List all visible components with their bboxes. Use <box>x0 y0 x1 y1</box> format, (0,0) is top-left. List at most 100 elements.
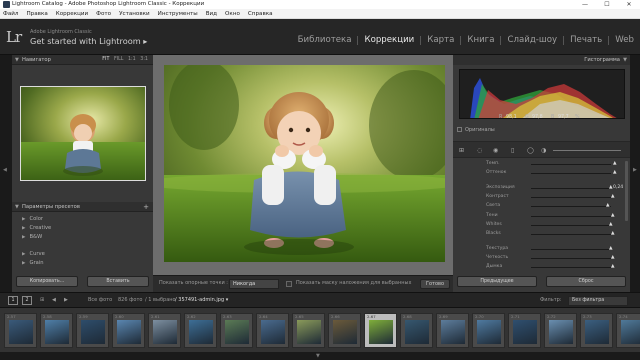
tool-slider[interactable] <box>553 150 621 151</box>
slider-row[interactable]: Тени ▲ <box>453 213 630 220</box>
filmstrip-thumbnail[interactable]: 2-69 <box>436 313 469 348</box>
menu-settings[interactable]: Установки <box>119 9 150 19</box>
menu-photo[interactable]: Фото <box>96 9 111 19</box>
back-arrow-icon[interactable]: ◀ <box>52 297 56 303</box>
slider-row[interactable]: Контраст ▲ <box>453 194 630 201</box>
filmstrip-thumbnail[interactable]: 2-58 <box>40 313 73 348</box>
presets-header[interactable]: ▼ Параметры пресетов + <box>12 202 153 212</box>
spot-removal-icon[interactable]: ◉ <box>493 147 498 154</box>
collapse-right-icon[interactable]: ▶ <box>633 167 637 173</box>
zoom-3-1[interactable]: 3:1 <box>140 57 148 62</box>
grid-view-icon[interactable]: ⊞ <box>40 297 44 303</box>
slider-track[interactable] <box>531 197 611 198</box>
slider-value[interactable]: 0,24 <box>613 185 623 190</box>
slider-knob[interactable]: ▲ <box>609 222 613 227</box>
slider-knob[interactable]: ▲ <box>609 246 613 251</box>
filmstrip-thumbnail[interactable]: 2-63 <box>220 313 253 348</box>
module-print[interactable]: Печать <box>564 36 610 45</box>
slider-knob[interactable]: ▲ <box>606 203 610 208</box>
zoom-fit[interactable]: FIT <box>102 57 109 62</box>
previous-button[interactable]: Предыдущее <box>457 276 537 287</box>
slider-knob[interactable]: ▲ <box>611 213 615 218</box>
slider-knob[interactable]: ▲ <box>611 264 615 269</box>
slider-knob[interactable]: ▲ <box>613 161 617 166</box>
slider-row[interactable]: Экспозиция ▲ 0,24 <box>453 185 630 192</box>
close-button[interactable]: ✕ <box>618 0 640 9</box>
slider-track[interactable] <box>531 267 611 268</box>
paste-settings-button[interactable]: Вставить <box>87 276 149 287</box>
preset-group-creative[interactable]: ▶ Creative <box>22 225 51 231</box>
filmstrip-thumbnail[interactable]: 2-66 <box>328 313 361 348</box>
slider-track[interactable] <box>531 206 611 207</box>
zoom-fill[interactable]: FILL <box>114 57 124 62</box>
slider-track[interactable] <box>531 234 611 235</box>
menu-view[interactable]: Вид <box>206 9 217 19</box>
module-library[interactable]: Библиотека <box>292 36 359 45</box>
slider-track[interactable] <box>531 249 611 250</box>
slider-row[interactable]: Текстура ▲ <box>453 246 630 253</box>
menu-help[interactable]: Справка <box>248 9 273 19</box>
collapse-bottom-icon[interactable]: ▼ <box>316 353 320 359</box>
slider-row[interactable]: Whites ▲ <box>453 222 630 229</box>
filmstrip-thumbnail[interactable]: 2-70 <box>472 313 505 348</box>
slider-knob[interactable]: ▲ <box>611 255 615 260</box>
slider-track[interactable] <box>531 188 611 189</box>
forward-arrow-icon[interactable]: ▶ <box>64 297 68 303</box>
filmstrip-thumbnail[interactable]: 2-73 <box>580 313 613 348</box>
graduated-filter-icon[interactable]: ◯ <box>527 147 534 154</box>
module-web[interactable]: Web <box>609 36 634 45</box>
filmstrip-thumbnail[interactable]: 2-65 <box>292 313 325 348</box>
slider-row[interactable]: Четкость ▲ <box>453 255 630 262</box>
preset-group-color[interactable]: ▶ Color <box>22 216 43 222</box>
get-started-link[interactable]: Get started with Lightroom ▸ <box>30 36 147 46</box>
filmstrip-thumbnail[interactable]: 2-72 <box>544 313 577 348</box>
grid-tool-icon[interactable]: ⊞ <box>459 147 464 154</box>
done-button[interactable]: Готово <box>420 279 450 289</box>
radial-filter-icon[interactable]: ◑ <box>541 147 546 154</box>
filmstrip-thumbnail[interactable]: 2-74 <box>616 313 640 348</box>
navigator-header[interactable]: ▼ Навигатор FIT FILL 1:1 3:1 <box>12 55 153 65</box>
slider-row[interactable]: Оттенок ▲ <box>453 170 630 177</box>
preset-group-bw[interactable]: ▶ B&W <box>22 234 42 240</box>
histogram-chart[interactable] <box>459 69 625 119</box>
menu-edit[interactable]: Правка <box>26 9 47 19</box>
main-photo[interactable] <box>164 65 445 262</box>
second-window-button[interactable]: 2 <box>22 296 32 305</box>
source-label[interactable]: Все фото <box>88 297 112 303</box>
photo-canvas[interactable] <box>153 55 453 275</box>
main-window-button[interactable]: 1 <box>8 296 18 305</box>
add-preset-button[interactable]: + <box>143 202 149 212</box>
menu-window[interactable]: Окно <box>225 9 240 19</box>
menu-file[interactable]: Файл <box>3 9 18 19</box>
mask-overlay-checkbox[interactable] <box>286 281 292 287</box>
slider-track[interactable] <box>531 258 611 259</box>
slider-track[interactable] <box>531 164 611 165</box>
filter-select[interactable]: Без фильтра <box>568 296 628 306</box>
left-edge-bar[interactable]: ◀ <box>0 55 12 292</box>
slider-row[interactable]: Темп. ▲ <box>453 161 630 168</box>
filmstrip-thumbnail[interactable]: 2-57 <box>4 313 37 348</box>
module-develop[interactable]: Коррекции <box>358 36 422 45</box>
module-book[interactable]: Книга <box>461 36 502 45</box>
navigator-preview[interactable] <box>20 86 146 181</box>
original-photo-toggle[interactable]: Оригиналы <box>457 127 495 133</box>
filmstrip-thumbnail[interactable]: 2-61 <box>148 313 181 348</box>
slider-knob[interactable]: ▲ <box>611 194 615 199</box>
crop-tool-icon[interactable]: ◌ <box>477 147 482 154</box>
filmstrip-thumbnail[interactable]: 2-62 <box>184 313 217 348</box>
slider-row[interactable]: Света ▲ <box>453 203 630 210</box>
panel-scrollbar[interactable] <box>625 161 628 221</box>
module-map[interactable]: Карта <box>421 36 462 45</box>
redeye-tool-icon[interactable]: ▯ <box>511 147 514 154</box>
bottom-edge-bar[interactable]: ▼ <box>0 352 640 360</box>
menu-tools[interactable]: Инструменты <box>158 9 198 19</box>
histogram-header[interactable]: Гистограмма ▼ <box>453 55 630 65</box>
filmstrip-thumbnail[interactable]: 2-60 <box>112 313 145 348</box>
filmstrip-thumbnail[interactable]: 2-67 <box>364 313 397 348</box>
reset-button[interactable]: Сброс <box>546 276 626 287</box>
right-edge-bar[interactable]: ▶ <box>630 55 640 292</box>
slider-row[interactable]: Дымка ▲ <box>453 264 630 271</box>
collapse-left-icon[interactable]: ◀ <box>3 167 7 173</box>
menu-develop[interactable]: Коррекции <box>56 9 88 19</box>
maximize-button[interactable]: ☐ <box>596 0 618 9</box>
